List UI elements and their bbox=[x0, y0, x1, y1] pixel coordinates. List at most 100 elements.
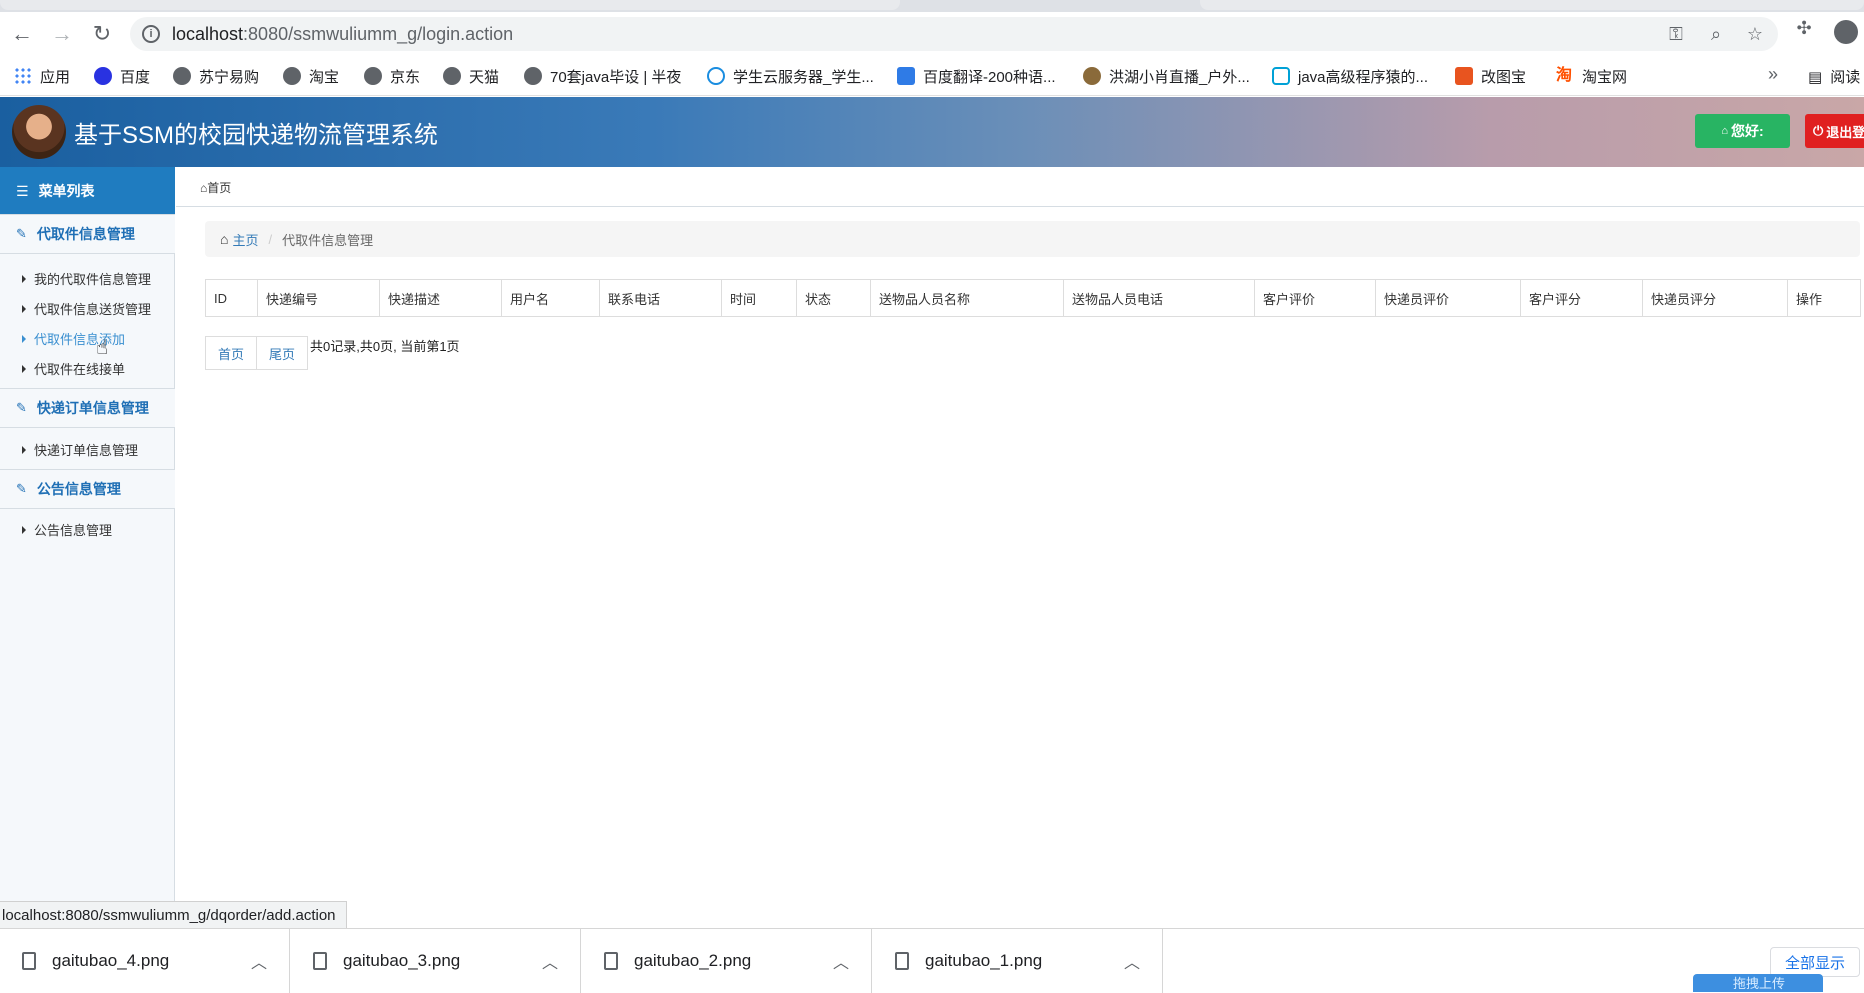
bookmark-taobao-net[interactable]: 淘淘宝网 bbox=[1556, 66, 1627, 86]
column-header[interactable]: 客户评价 bbox=[1254, 279, 1376, 317]
translate-icon bbox=[897, 67, 915, 85]
tab-strip bbox=[0, 0, 1864, 12]
column-header[interactable]: 操作 bbox=[1787, 279, 1861, 317]
power-icon: ⏻ bbox=[1813, 123, 1824, 138]
column-header[interactable]: 联系电话 bbox=[599, 279, 722, 317]
reload-icon[interactable]: ↻ bbox=[88, 20, 116, 48]
puzzle-icon[interactable]: ✣ bbox=[1792, 18, 1816, 42]
address-bar[interactable]: i localhost:8080/ssmwuliumm_g/login.acti… bbox=[130, 17, 1778, 51]
file-icon bbox=[604, 952, 618, 970]
top-home-link[interactable]: ⌂首页 bbox=[200, 179, 231, 196]
bookmark-tmall[interactable]: 天猫 bbox=[443, 66, 499, 86]
browser-tab[interactable] bbox=[0, 0, 900, 10]
column-header[interactable]: 时间 bbox=[721, 279, 797, 317]
bookmark-apps[interactable]: 应用 bbox=[14, 66, 70, 86]
profile-icon[interactable] bbox=[1834, 20, 1858, 44]
sidebar-item-pickup-add[interactable]: 代取件信息添加 bbox=[22, 329, 125, 348]
breadcrumb: ⌂ 主页 / 代取件信息管理 bbox=[205, 221, 1860, 257]
chevron-up-icon[interactable]: ︿ bbox=[1124, 949, 1140, 973]
sidebar: ☰ 菜单列表 ✎ 代取件信息管理 我的代取件信息管理 代取件信息送货管理 代取件信息… bbox=[0, 167, 175, 902]
info-icon[interactable]: i bbox=[142, 25, 160, 43]
chevron-up-icon[interactable]: ︿ bbox=[542, 949, 558, 973]
download-item[interactable]: gaitubao_1.png ︿ bbox=[873, 929, 1163, 993]
file-icon bbox=[22, 952, 36, 970]
bookmarks-bar: 应用 百度 苏宁易购 淘宝 京东 天猫 70套java毕设 | 半夜 学生云服务… bbox=[0, 56, 1864, 96]
bird-icon bbox=[1083, 67, 1101, 85]
column-header[interactable]: 送物品人员名称 bbox=[870, 279, 1064, 317]
column-header[interactable]: 状态 bbox=[796, 279, 871, 317]
sidebar-item-notices[interactable]: 公告信息管理 bbox=[22, 520, 112, 539]
file-icon bbox=[313, 952, 327, 970]
bookmark-baidu-translate[interactable]: 百度翻译-200种语... bbox=[897, 66, 1056, 86]
reading-list-icon: ▤ bbox=[1808, 69, 1823, 86]
forward-icon[interactable]: → bbox=[48, 20, 76, 48]
sidebar-group-notices[interactable]: ✎ 公告信息管理 bbox=[0, 469, 175, 509]
column-header[interactable]: 用户名 bbox=[501, 279, 600, 317]
app-title: 基于SSM的校园快递物流管理系统 bbox=[74, 122, 439, 149]
taobao-icon: 淘 bbox=[1556, 67, 1573, 84]
top-crumb-bar: ⌂首页 bbox=[176, 167, 1864, 207]
column-header[interactable]: 快递编号 bbox=[257, 279, 380, 317]
sidebar-item-my-pickup[interactable]: 我的代取件信息管理 bbox=[22, 269, 151, 288]
column-header[interactable]: 快递员评分 bbox=[1642, 279, 1788, 317]
downloads-bar: gaitubao_4.png ︿ gaitubao_3.png ︿ gaitubao… bbox=[0, 928, 1864, 993]
bookmark-taobao[interactable]: 淘宝 bbox=[283, 66, 339, 86]
menu-list-header: ☰ 菜单列表 bbox=[0, 167, 175, 215]
bilibili-icon bbox=[1272, 67, 1290, 85]
caret-right-icon bbox=[22, 304, 26, 313]
star-icon[interactable]: ☆ bbox=[1744, 23, 1766, 45]
back-icon[interactable]: ← bbox=[8, 20, 36, 48]
download-item[interactable]: gaitubao_2.png ︿ bbox=[582, 929, 872, 993]
column-header[interactable]: 快递描述 bbox=[379, 279, 502, 317]
column-header[interactable]: 快递员评价 bbox=[1375, 279, 1521, 317]
bookmark-honghu-live[interactable]: 洪湖小肖直播_户外... bbox=[1083, 66, 1250, 86]
hello-user-button[interactable]: ⌂ 您好: bbox=[1695, 114, 1790, 148]
reading-list-button[interactable]: ▤ 阅读 bbox=[1808, 66, 1860, 87]
breadcrumb-separator: / bbox=[268, 231, 273, 247]
pagination-info: 共0记录,共0页, 当前第1页 bbox=[310, 338, 460, 354]
home-icon: ⌂ bbox=[220, 231, 229, 247]
column-header[interactable]: 送物品人员电话 bbox=[1063, 279, 1255, 317]
bookmarks-overflow-icon[interactable]: » bbox=[1768, 64, 1778, 85]
globe-icon bbox=[283, 67, 301, 85]
download-item[interactable]: gaitubao_4.png ︿ bbox=[0, 929, 290, 993]
caret-right-icon bbox=[22, 364, 26, 373]
logout-button[interactable]: ⏻ 退出登 bbox=[1805, 114, 1864, 148]
column-header[interactable]: 客户评分 bbox=[1520, 279, 1643, 317]
browser-tab[interactable] bbox=[1200, 0, 1864, 10]
chevron-up-icon[interactable]: ︿ bbox=[833, 949, 849, 973]
url-text[interactable]: localhost:8080/ssmwuliumm_g/login.action bbox=[172, 24, 513, 45]
sidebar-item-pickup-online[interactable]: 代取件在线接单 bbox=[22, 359, 125, 378]
last-page-button[interactable]: 尾页 bbox=[257, 336, 309, 370]
chevron-up-icon[interactable]: ︿ bbox=[251, 949, 267, 973]
bookmark-suning[interactable]: 苏宁易购 bbox=[173, 66, 259, 86]
globe-icon bbox=[443, 67, 461, 85]
caret-right-icon bbox=[22, 445, 26, 454]
breadcrumb-home-link[interactable]: 主页 bbox=[232, 230, 258, 249]
zoom-icon[interactable]: ⌕ bbox=[1705, 23, 1727, 45]
bookmark-70-java[interactable]: 70套java毕设 | 半夜 bbox=[524, 66, 681, 86]
bookmark-gaitubao[interactable]: 改图宝 bbox=[1455, 66, 1526, 86]
show-all-downloads-button[interactable]: 全部显示 bbox=[1770, 947, 1860, 977]
drag-upload-widget[interactable]: 拖拽上传 bbox=[1693, 974, 1823, 992]
sidebar-item-express-orders[interactable]: 快递订单信息管理 bbox=[22, 440, 138, 459]
sidebar-item-pickup-delivery[interactable]: 代取件信息送货管理 bbox=[22, 299, 151, 318]
key-icon[interactable]: ⚿ bbox=[1665, 23, 1687, 45]
caret-right-icon bbox=[22, 525, 26, 534]
sidebar-group-express-orders[interactable]: ✎ 快递订单信息管理 bbox=[0, 388, 175, 428]
gaitubao-icon bbox=[1455, 67, 1473, 85]
first-page-button[interactable]: 首页 bbox=[205, 336, 258, 370]
sidebar-group-pickup[interactable]: ✎ 代取件信息管理 bbox=[0, 214, 175, 254]
app-logo bbox=[12, 105, 66, 159]
bookmark-baidu[interactable]: 百度 bbox=[94, 66, 150, 86]
breadcrumb-current: 代取件信息管理 bbox=[282, 232, 374, 248]
pagination: 首页 尾页 共0记录,共0页, 当前第1页 bbox=[205, 336, 460, 370]
bookmark-jd[interactable]: 京东 bbox=[364, 66, 420, 86]
bookmark-bilibili-java[interactable]: java高级程序猿的... bbox=[1272, 66, 1428, 86]
edit-icon: ✎ bbox=[16, 481, 27, 496]
bookmark-student-cloud[interactable]: 学生云服务器_学生... bbox=[707, 66, 874, 86]
download-item[interactable]: gaitubao_3.png ︿ bbox=[291, 929, 581, 993]
column-header[interactable]: ID bbox=[205, 279, 258, 317]
home-icon: ⌂ bbox=[1721, 125, 1728, 137]
list-icon: ☰ bbox=[16, 182, 29, 199]
